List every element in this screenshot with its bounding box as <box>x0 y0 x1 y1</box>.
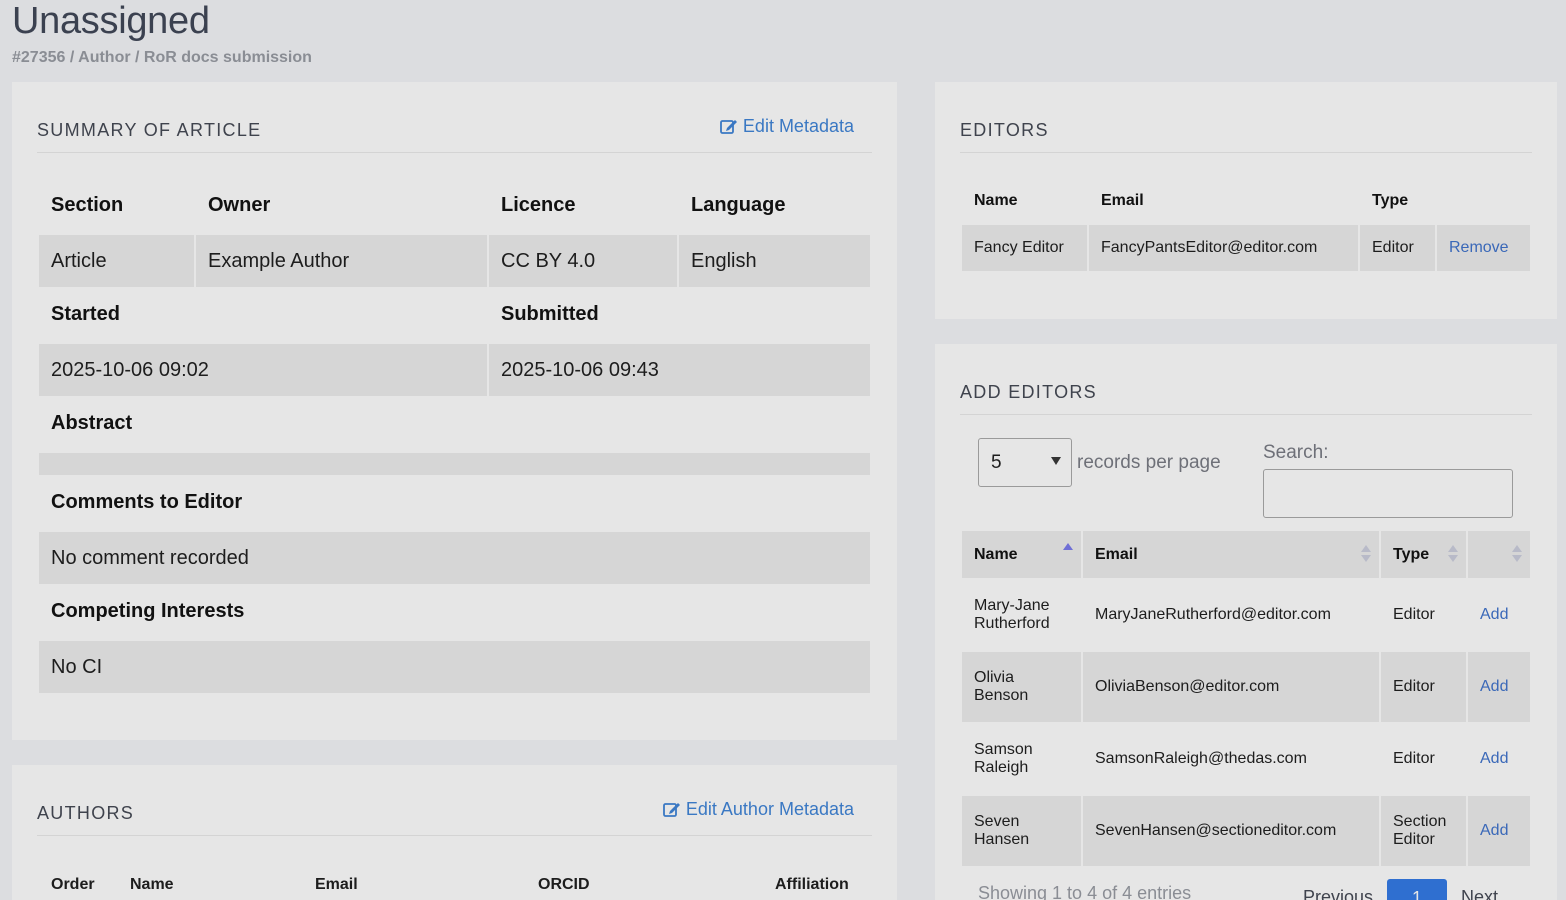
authors-panel: AUTHORS Edit Author Metadata Order Name … <box>12 765 897 900</box>
comments-value: No comment recorded <box>39 532 870 584</box>
table-row: Olivia Benson OliviaBenson@editor.com Edi… <box>962 652 1530 722</box>
section-value: Article <box>39 235 194 287</box>
candidate-name: Samson Raleigh <box>974 741 1033 776</box>
add-editors-col-action[interactable] <box>1468 531 1530 578</box>
summary-panel: SUMMARY OF ARTICLE Edit Metadata Section… <box>12 82 897 740</box>
edit-icon <box>720 120 737 134</box>
table-info: Showing 1 to 4 of 4 entries <box>978 883 1192 900</box>
editors-title: EDITORS <box>960 120 1049 140</box>
add-editor-link[interactable]: Add <box>1480 822 1508 839</box>
page-1-button[interactable]: 1 <box>1387 879 1447 900</box>
add-editors-col-email[interactable]: Email <box>1083 531 1379 578</box>
candidate-name: Seven Hansen <box>962 796 1081 866</box>
editors-col-type: Type <box>1372 191 1409 209</box>
add-editors-header: ADD EDITORS <box>960 344 1532 415</box>
previous-page-button[interactable]: Previous <box>1303 887 1373 900</box>
table-row: Mary-Jane Rutherford MaryJaneRutherford@e… <box>962 580 1530 650</box>
add-editor-link[interactable]: Add <box>1480 606 1508 623</box>
search-input[interactable] <box>1263 469 1513 518</box>
table-row: Fancy Editor FancyPantsEditor@editor.com… <box>962 225 1530 271</box>
add-editors-col-type[interactable]: Type <box>1381 531 1466 578</box>
add-editors-col-name[interactable]: Name <box>962 531 1081 578</box>
comments-header: Comments to Editor <box>51 490 243 513</box>
licence-value: CC BY 4.0 <box>489 235 677 287</box>
abstract-value <box>39 453 870 475</box>
add-editor-link[interactable]: Add <box>1480 750 1508 767</box>
chevron-down-icon <box>1051 457 1061 465</box>
add-editors-table: Name Email Type Mary-Jane Rutherford Mary… <box>960 529 1532 868</box>
authors-header: AUTHORS Edit Author Metadata <box>37 765 872 836</box>
language-header: Language <box>691 193 786 216</box>
records-per-page-label: records per page <box>1077 452 1221 473</box>
authors-col-order[interactable]: Order <box>51 876 95 894</box>
records-per-page-value: 5 <box>991 451 1002 473</box>
table-row: Samson Raleigh SamsonRaleigh@thedas.com E… <box>962 724 1530 794</box>
editors-header: EDITORS <box>960 82 1532 153</box>
competing-interests-header: Competing Interests <box>51 599 245 622</box>
editor-email: FancyPantsEditor@editor.com <box>1089 225 1358 271</box>
candidate-name: Mary-Jane Rutherford <box>974 597 1050 632</box>
editors-col-name: Name <box>974 191 1018 209</box>
summary-header: SUMMARY OF ARTICLE Edit Metadata <box>37 82 872 153</box>
editors-col-email: Email <box>1101 191 1144 209</box>
owner-header: Owner <box>208 193 271 216</box>
abstract-header: Abstract <box>51 411 133 434</box>
next-page-button[interactable]: Next <box>1461 887 1498 900</box>
candidate-email: OliviaBenson@editor.com <box>1083 652 1379 722</box>
add-editors-col-type-label: Type <box>1393 545 1430 563</box>
candidate-email: MaryJaneRutherford@editor.com <box>1095 606 1331 623</box>
candidate-type: Editor <box>1381 652 1466 722</box>
candidate-type: Editor <box>1393 606 1435 623</box>
page-title: Unassigned <box>12 0 210 42</box>
sort-icon <box>1448 545 1458 565</box>
editors-panel: EDITORS Name Email Type Fancy Editor Fan… <box>935 82 1557 319</box>
submitted-header: Submitted <box>501 302 599 325</box>
candidate-type: Section Editor <box>1381 796 1466 866</box>
sort-icon <box>1512 545 1522 565</box>
sort-ascending-icon <box>1063 543 1073 563</box>
started-header: Started <box>51 302 120 325</box>
search-label: Search: <box>1263 442 1329 463</box>
language-value: English <box>679 235 870 287</box>
records-per-page-select[interactable]: 5 <box>978 438 1072 487</box>
editors-col-action <box>1437 178 1530 223</box>
add-editors-col-name-label: Name <box>974 545 1018 563</box>
candidate-email: SevenHansen@sectioneditor.com <box>1083 796 1379 866</box>
breadcrumb: #27356 / Author / RoR docs submission <box>12 49 312 66</box>
candidate-name: Olivia Benson <box>962 652 1081 722</box>
editor-type: Editor <box>1360 225 1435 271</box>
edit-author-metadata-label: Edit Author Metadata <box>685 799 854 819</box>
editors-table: Name Email Type Fancy Editor FancyPantsE… <box>960 176 1532 273</box>
competing-interests-value: No CI <box>39 641 870 693</box>
authors-col-email[interactable]: Email <box>315 876 358 894</box>
remove-editor-link[interactable]: Remove <box>1449 239 1509 256</box>
submitted-value: 2025-10-06 09:43 <box>489 344 870 396</box>
edit-icon <box>662 803 680 817</box>
section-header: Section <box>51 193 124 216</box>
editor-name: Fancy Editor <box>962 225 1087 271</box>
summary-title: SUMMARY OF ARTICLE <box>37 120 262 140</box>
add-editors-col-email-label: Email <box>1095 545 1138 563</box>
page-1-label: 1 <box>1411 888 1422 900</box>
licence-header: Licence <box>501 193 576 216</box>
owner-value: Example Author <box>196 235 487 287</box>
authors-col-affiliation[interactable]: Affiliation <box>775 876 849 894</box>
table-row: Seven Hansen SevenHansen@sectioneditor.co… <box>962 796 1530 866</box>
candidate-type: Editor <box>1393 750 1435 767</box>
edit-author-metadata-link[interactable]: Edit Author Metadata <box>662 799 854 820</box>
edit-metadata-link[interactable]: Edit Metadata <box>720 116 854 137</box>
authors-col-orcid[interactable]: ORCID <box>538 876 590 894</box>
authors-title: AUTHORS <box>37 803 135 823</box>
started-value: 2025-10-06 09:02 <box>39 344 487 396</box>
add-editor-link[interactable]: Add <box>1480 678 1508 695</box>
candidate-email: SamsonRaleigh@thedas.com <box>1095 750 1307 767</box>
edit-metadata-label: Edit Metadata <box>742 116 854 136</box>
authors-col-name[interactable]: Name <box>130 876 174 894</box>
sort-icon <box>1361 545 1371 565</box>
add-editors-title: ADD EDITORS <box>960 382 1097 402</box>
